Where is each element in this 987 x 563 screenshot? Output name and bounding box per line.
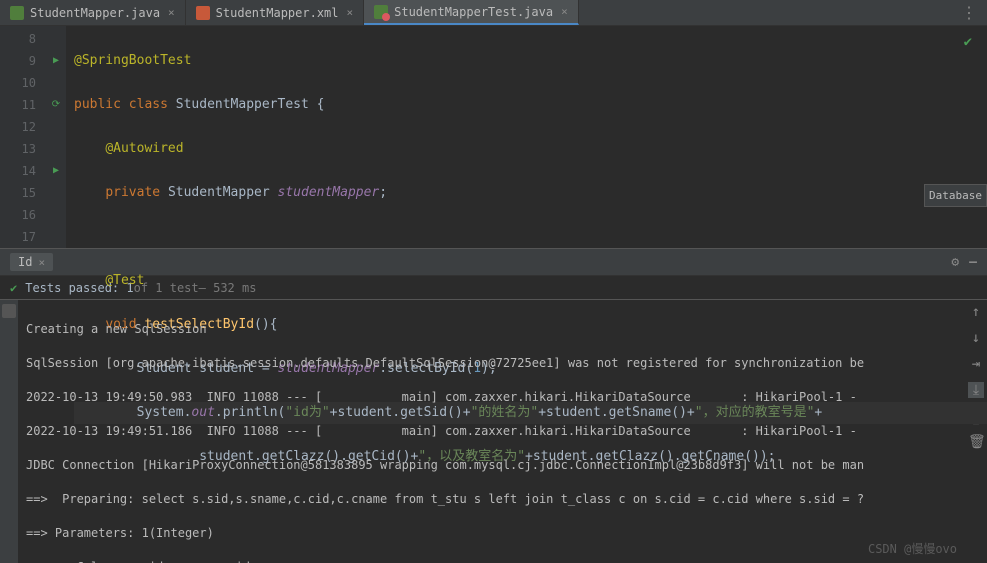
analysis-ok-icon[interactable]: ✔ [964,34,972,50]
xml-icon [196,6,210,20]
annotation: @Test [105,273,144,288]
tab-label: StudentMapper.xml [216,6,339,20]
close-icon[interactable]: × [168,6,175,19]
line-number: 17 [0,226,36,248]
sort-icon[interactable] [2,304,16,318]
database-tool-label[interactable]: Database [924,184,987,207]
field: studentMapper [278,185,380,200]
check-icon: ✔ [10,281,17,295]
code-area[interactable]: @SpringBootTest public class StudentMapp… [66,26,987,248]
run-icon[interactable] [46,138,66,160]
watermark: CSDN @慢慢ovo [868,540,957,557]
line-number: 13 [0,138,36,160]
line-number: 8 [0,28,36,50]
close-icon[interactable]: × [38,256,45,269]
run-test-icon[interactable]: ▶ [46,160,66,182]
semicolon: ; [379,185,387,200]
annotation: @SpringBootTest [74,53,191,68]
line-number: 12 [0,116,36,138]
line-number: 15 [0,182,36,204]
close-icon[interactable]: × [347,6,354,19]
run-icon[interactable] [46,28,66,50]
java-icon [10,6,24,20]
console-panel: Creating a new SqlSession SqlSession [or… [0,300,987,563]
test-tree-toolbar [0,300,18,563]
console-line: Creating a new SqlSession [26,321,957,338]
tool-tab[interactable]: Id × [10,253,53,271]
run-class-icon[interactable]: ▶ [46,50,66,72]
console-line: ==> Parameters: 1(Integer) [26,525,957,542]
tab-studentmapper-xml[interactable]: StudentMapper.xml × [186,0,364,25]
line-number: 10 [0,72,36,94]
console-line: 2022-10-13 19:49:51.186 INFO 11088 --- [… [26,423,957,440]
console-line: ==> Preparing: select s.sid,s.sname,c.ci… [26,491,957,508]
tab-studentmapper-java[interactable]: StudentMapper.java × [0,0,186,25]
line-number: 11 [0,94,36,116]
line-number: 14 [0,160,36,182]
annotation: @Autowired [105,141,183,156]
console-line: SqlSession [org.apache.ibatis.session.de… [26,355,957,372]
tab-label: StudentMapper.java [30,6,160,20]
more-icon[interactable]: ⋮ [951,3,987,22]
type: StudentMapper [168,185,270,200]
code-editor[interactable]: ✔ Database 8 9 10 11 12 13 14 15 16 17 ▶… [0,26,987,248]
brace: { [317,97,325,112]
console-line: <== Columns: sid, sname, cid, cname [26,559,957,563]
keyword: class [129,97,168,112]
tab-studentmappertest-java[interactable]: StudentMapperTest.java × [364,0,579,25]
gutter-icons: ▶ ⟳ ▶ [46,26,66,248]
line-number: 16 [0,204,36,226]
tab-label: StudentMapperTest.java [394,5,553,19]
run-icon[interactable] [46,116,66,138]
keyword: private [105,185,160,200]
close-icon[interactable]: × [561,5,568,18]
class-name: StudentMapperTest [176,97,309,112]
console-line: JDBC Connection [HikariProxyConnection@5… [26,457,957,474]
tool-tab-label: Id [18,255,32,269]
run-icon[interactable] [46,72,66,94]
keyword: public [74,97,121,112]
test-icon [374,5,388,19]
console-line: 2022-10-13 19:49:50.983 INFO 11088 --- [… [26,389,957,406]
line-number: 9 [0,50,36,72]
console-output[interactable]: Creating a new SqlSession SqlSession [or… [18,300,965,563]
line-gutter: 8 9 10 11 12 13 14 15 16 17 [0,26,46,248]
run-icon[interactable]: ⟳ [46,94,66,116]
editor-tabs: StudentMapper.java × StudentMapper.xml ×… [0,0,987,26]
